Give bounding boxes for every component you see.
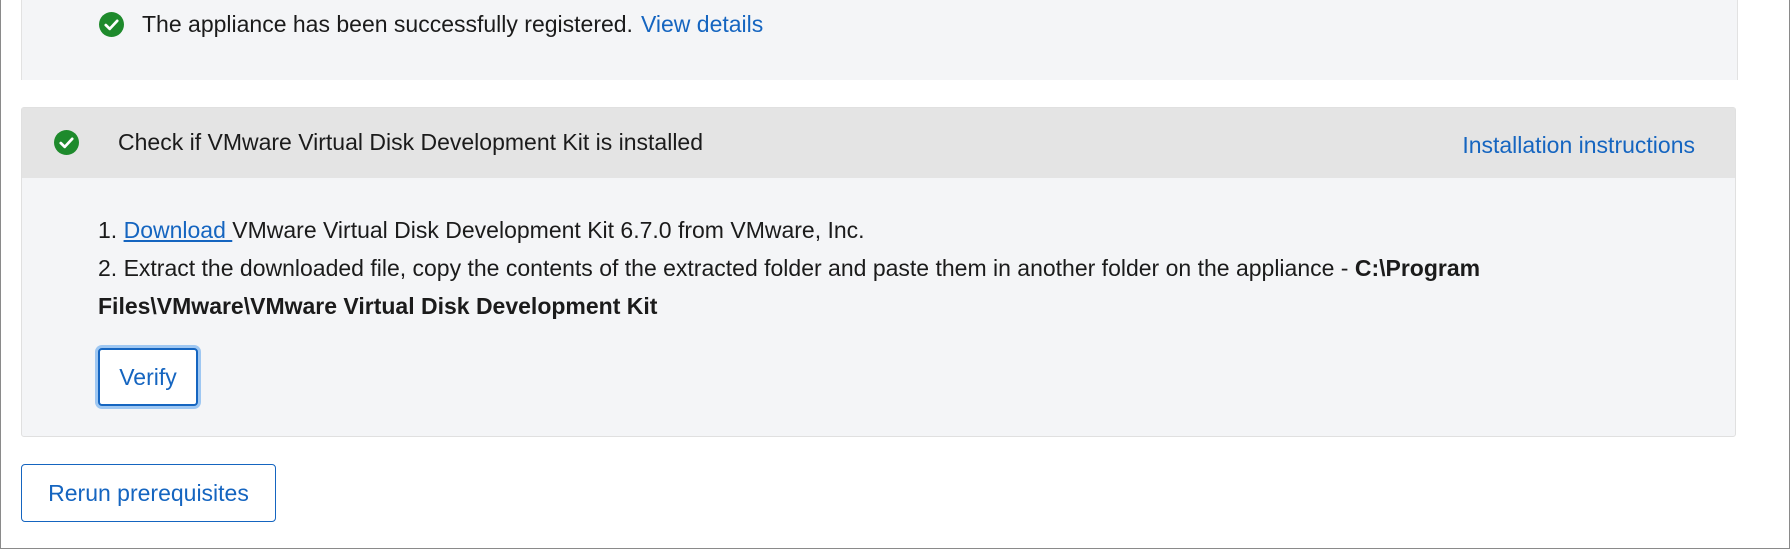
- instruction-line-1: 1. Download VMware Virtual Disk Developm…: [98, 211, 1635, 249]
- download-link[interactable]: Download: [124, 217, 233, 243]
- instruction-line-2: 2. Extract the downloaded file, copy the…: [98, 249, 1635, 287]
- view-details-link[interactable]: View details: [641, 10, 763, 38]
- line2-path-part2: Files\VMware\VMware Virtual Disk Develop…: [98, 293, 658, 319]
- line1-suffix: VMware Virtual Disk Development Kit 6.7.…: [232, 217, 865, 243]
- line1-prefix: 1.: [98, 217, 124, 243]
- instruction-line-3: Files\VMware\VMware Virtual Disk Develop…: [98, 287, 1635, 325]
- verify-button[interactable]: Verify: [98, 348, 198, 406]
- check-circle-icon: [54, 130, 79, 155]
- step-header[interactable]: Check if VMware Virtual Disk Development…: [22, 108, 1735, 178]
- rerun-prerequisites-button[interactable]: Rerun prerequisites: [21, 464, 276, 522]
- line2-text: 2. Extract the downloaded file, copy the…: [98, 255, 1355, 281]
- step-instructions: 1. Download VMware Virtual Disk Developm…: [98, 211, 1635, 325]
- registration-status-row: The appliance has been successfully regi…: [99, 10, 763, 38]
- check-circle-icon: [99, 11, 124, 37]
- line2-path-part1: C:\Program: [1354, 255, 1481, 281]
- registration-message: The appliance has been successfully regi…: [142, 11, 633, 37]
- step-title: Check if VMware Virtual Disk Development…: [118, 129, 704, 155]
- prerequisites-frame: The appliance has been successfully regi…: [0, 0, 1790, 549]
- vddk-check-panel: Check if VMware Virtual Disk Development…: [21, 107, 1736, 437]
- installation-instructions-link[interactable]: Installation instructions: [1462, 131, 1695, 159]
- registration-panel: The appliance has been successfully regi…: [21, 0, 1738, 80]
